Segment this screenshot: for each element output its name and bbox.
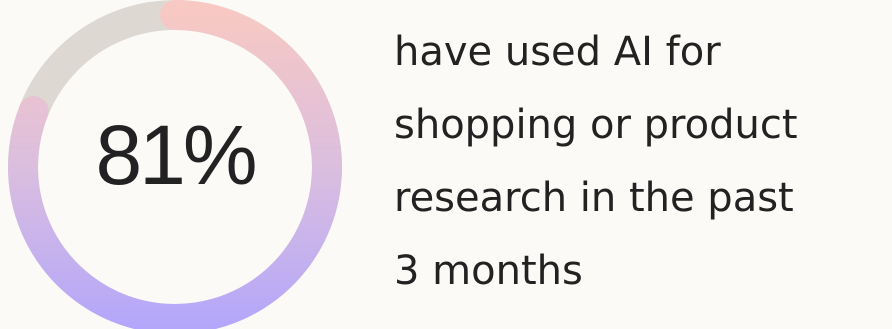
caption-line-3: research in the past [394, 175, 794, 221]
caption-line-2: shopping or product [394, 102, 798, 148]
caption-line-4: 3 months [394, 248, 583, 294]
caption-line-1: have used AI for [394, 29, 721, 75]
donut-chart: 81% [0, 0, 350, 329]
stat-caption: have used AI for shopping or product res… [394, 16, 890, 308]
percent-label: 81% [95, 108, 257, 202]
stat-card: 81% have used AI for shopping or product… [0, 0, 892, 329]
